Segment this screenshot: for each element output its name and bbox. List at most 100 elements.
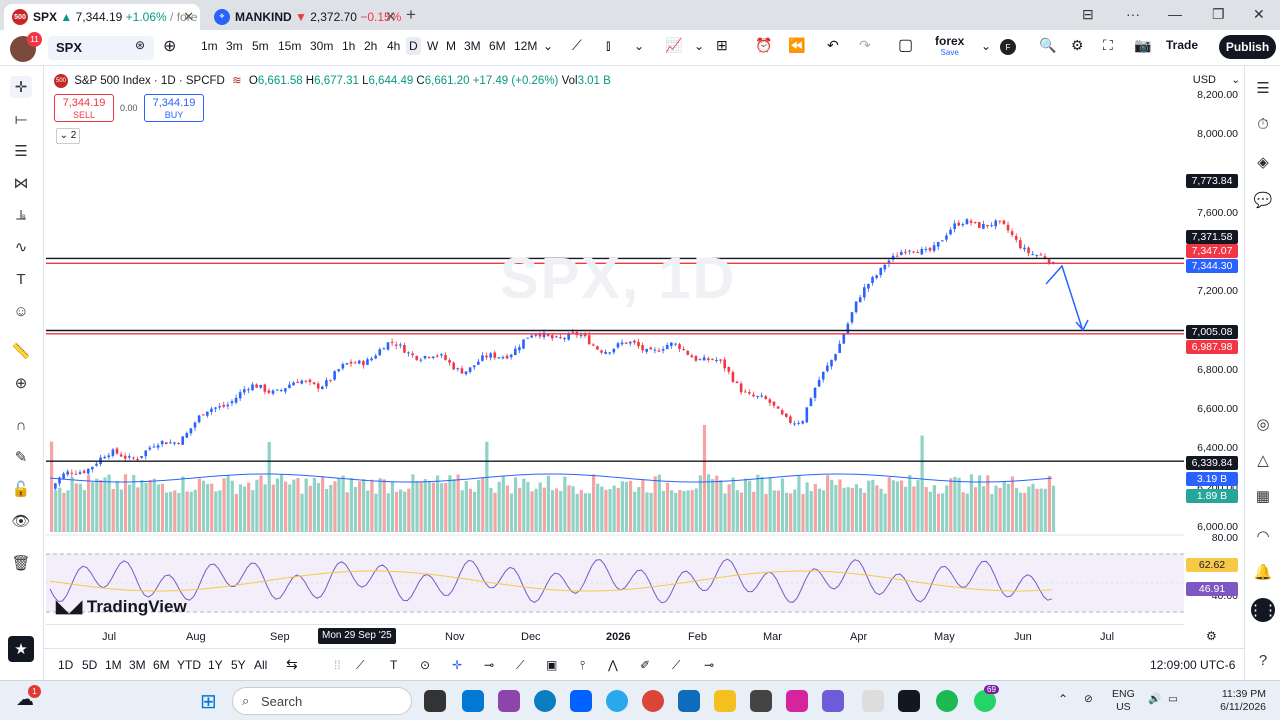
folder-icon[interactable] (714, 690, 736, 712)
interval-1m[interactable]: 1m (201, 39, 218, 53)
interval-4h[interactable]: 4h (387, 39, 400, 53)
dropbox-icon[interactable] (570, 690, 592, 712)
trendline-tool-icon[interactable]: ⟋ (356, 658, 364, 673)
range-1m[interactable]: 1M (105, 658, 122, 672)
browser-tab-spx[interactable]: 500 SPX ▲ 7,344.19 +1.06% / fore ✕ (4, 4, 200, 30)
pattern-icon[interactable]: ⋈ (10, 172, 32, 194)
interval-d[interactable]: D (406, 37, 421, 55)
battery-icon[interactable]: ▭ (1168, 693, 1178, 706)
minimize-icon[interactable]: — (1168, 6, 1182, 22)
edge-icon[interactable] (534, 690, 556, 712)
measure-tool-icon[interactable]: ⟋ (672, 658, 680, 673)
spotify-icon[interactable] (936, 690, 958, 712)
interval-m[interactable]: M (446, 39, 456, 53)
interval-6m[interactable]: 6M (489, 39, 506, 53)
alerts-clock-icon[interactable]: ⏱ (1251, 112, 1275, 136)
emoji-icon[interactable]: ☺ (10, 300, 32, 322)
interval-w[interactable]: W (427, 39, 438, 53)
taskbar-search-input[interactable]: ⌕ Search (232, 687, 412, 715)
layout-icon[interactable]: ▢ (898, 35, 913, 55)
range-3m[interactable]: 3M (129, 658, 146, 672)
hline-tool-icon[interactable]: ⊸ (484, 658, 494, 672)
camera-icon[interactable]: 📷 (1134, 37, 1151, 54)
price-chart[interactable] (46, 66, 1184, 616)
redo-icon[interactable]: ↷ (859, 37, 871, 54)
range-5y[interactable]: 5Y (231, 658, 246, 672)
publish-button[interactable]: Publish (1219, 35, 1276, 59)
more-icon[interactable]: ··· (1126, 6, 1140, 22)
calendar-icon[interactable]: ▦ (1251, 484, 1275, 508)
text-tool-icon[interactable]: T (10, 268, 32, 290)
path-tool-icon[interactable]: ⋀ (608, 658, 618, 672)
price-axis[interactable]: USD ⌄ 8,200.00 8,000.00 7,600.00 7,200.00 6,… (1184, 66, 1244, 616)
help-icon[interactable]: ? (1251, 648, 1275, 672)
indicators-icon[interactable]: 📈 (665, 37, 682, 54)
magnet-icon[interactable]: ∩ (10, 414, 32, 436)
interval-15m[interactable]: 15m (278, 39, 301, 53)
app-icon[interactable] (822, 690, 844, 712)
interval-30m[interactable]: 30m (310, 39, 333, 53)
line-chart-icon[interactable]: ⟋ (572, 37, 582, 54)
cross-tool-icon[interactable]: ✛ (452, 658, 462, 672)
outlook-icon[interactable] (678, 690, 700, 712)
range-1d[interactable]: 1D (58, 658, 73, 672)
rectangle-tool-icon[interactable]: ▣ (546, 658, 557, 672)
text-icon[interactable]: T (390, 658, 397, 672)
sell-button[interactable]: 7,344.19 SELL (54, 94, 114, 122)
trash-icon[interactable]: 🗑 (10, 552, 32, 574)
undo-icon[interactable]: ↶ (827, 37, 839, 54)
axis-settings-icon[interactable]: ⚙ (1206, 629, 1217, 643)
chat-icon[interactable]: 💬 (1251, 188, 1275, 212)
tray-chevron-icon[interactable]: ⌃ (1058, 693, 1068, 706)
alert-icon[interactable]: ⏰ (755, 37, 772, 54)
interval-1h[interactable]: 1h (342, 39, 355, 53)
fullscreen-icon[interactable]: ⛶ (1103, 37, 1113, 54)
close-window-icon[interactable]: ✕ (1253, 6, 1265, 23)
instagram-icon[interactable] (786, 690, 808, 712)
range-all[interactable]: All (254, 658, 267, 672)
language-indicator[interactable]: ENG US (1112, 688, 1135, 714)
range-6m[interactable]: 6M (153, 658, 170, 672)
trend-line-icon[interactable]: ⟝ (10, 108, 32, 130)
layout-dropdown-icon[interactable]: ⌄ (981, 39, 991, 53)
compare-add-icon[interactable]: ⊕ (163, 36, 176, 56)
chart-type-dropdown-icon[interactable]: ⌄ (634, 39, 644, 53)
interval-3m[interactable]: 3m (226, 39, 243, 53)
range-5d[interactable]: 5D (82, 658, 97, 672)
interval-dropdown-icon[interactable]: ⌄ (543, 39, 553, 53)
copilot-icon[interactable] (498, 690, 520, 712)
telegram-icon[interactable] (606, 690, 628, 712)
windows-start-icon[interactable]: ⊞ (200, 689, 217, 714)
indicator-count-toggle[interactable]: ⌄ 2 (56, 128, 80, 144)
range-1y[interactable]: 1Y (208, 658, 223, 672)
file-explorer-store-icon[interactable] (462, 690, 484, 712)
forecast-icon[interactable]: ⫡ (10, 204, 32, 226)
brush-icon[interactable]: ∿ (10, 236, 32, 258)
candles-icon[interactable]: ⫾ (606, 37, 610, 54)
ray-tool-icon[interactable]: ⟋ (516, 658, 524, 673)
browser-tab-mankind[interactable]: ⟡ MANKIND ▼ 2,372.70 −0.15% ✕ (206, 4, 402, 30)
notifications-bell-icon[interactable]: 🔔 (1251, 560, 1275, 584)
line-segment-icon[interactable]: ⊸ (704, 658, 714, 672)
system-clock[interactable]: 11:39 PM 6/11/2026 (1212, 688, 1266, 714)
lock-drawing-icon[interactable]: ✎ (10, 446, 32, 468)
crosshair-icon[interactable]: ✛ (10, 76, 32, 98)
replay-icon[interactable]: ⏪ (788, 37, 805, 54)
ideas-icon[interactable]: △ (1251, 448, 1275, 472)
target-icon[interactable]: ◎ (1251, 412, 1275, 436)
time-axis[interactable]: Jul Aug Sep Mon 29 Sep '25 Nov Dec 2026 … (46, 624, 1217, 646)
tradingview-taskbar-icon[interactable] (898, 690, 920, 712)
close-tab-icon[interactable]: ✕ (183, 9, 194, 25)
favorites-star-icon[interactable]: ★ (8, 636, 34, 662)
quick-search-icon[interactable]: 🔍 (1039, 37, 1056, 54)
circle-tool-icon[interactable]: ⊙ (420, 658, 430, 672)
tab-search-icon[interactable]: ⊟ (1082, 6, 1094, 23)
interval-2h[interactable]: 2h (364, 39, 377, 53)
templates-icon[interactable]: ⊞ (716, 37, 728, 54)
close-tab-icon[interactable]: ✕ (385, 9, 396, 25)
interval-3m-period[interactable]: 3M (464, 39, 481, 53)
interval-5m[interactable]: 5m (252, 39, 269, 53)
vline-tool-icon[interactable]: ⫯ (580, 658, 585, 673)
task-view-icon[interactable] (424, 690, 446, 712)
amazon-icon[interactable] (862, 690, 884, 712)
